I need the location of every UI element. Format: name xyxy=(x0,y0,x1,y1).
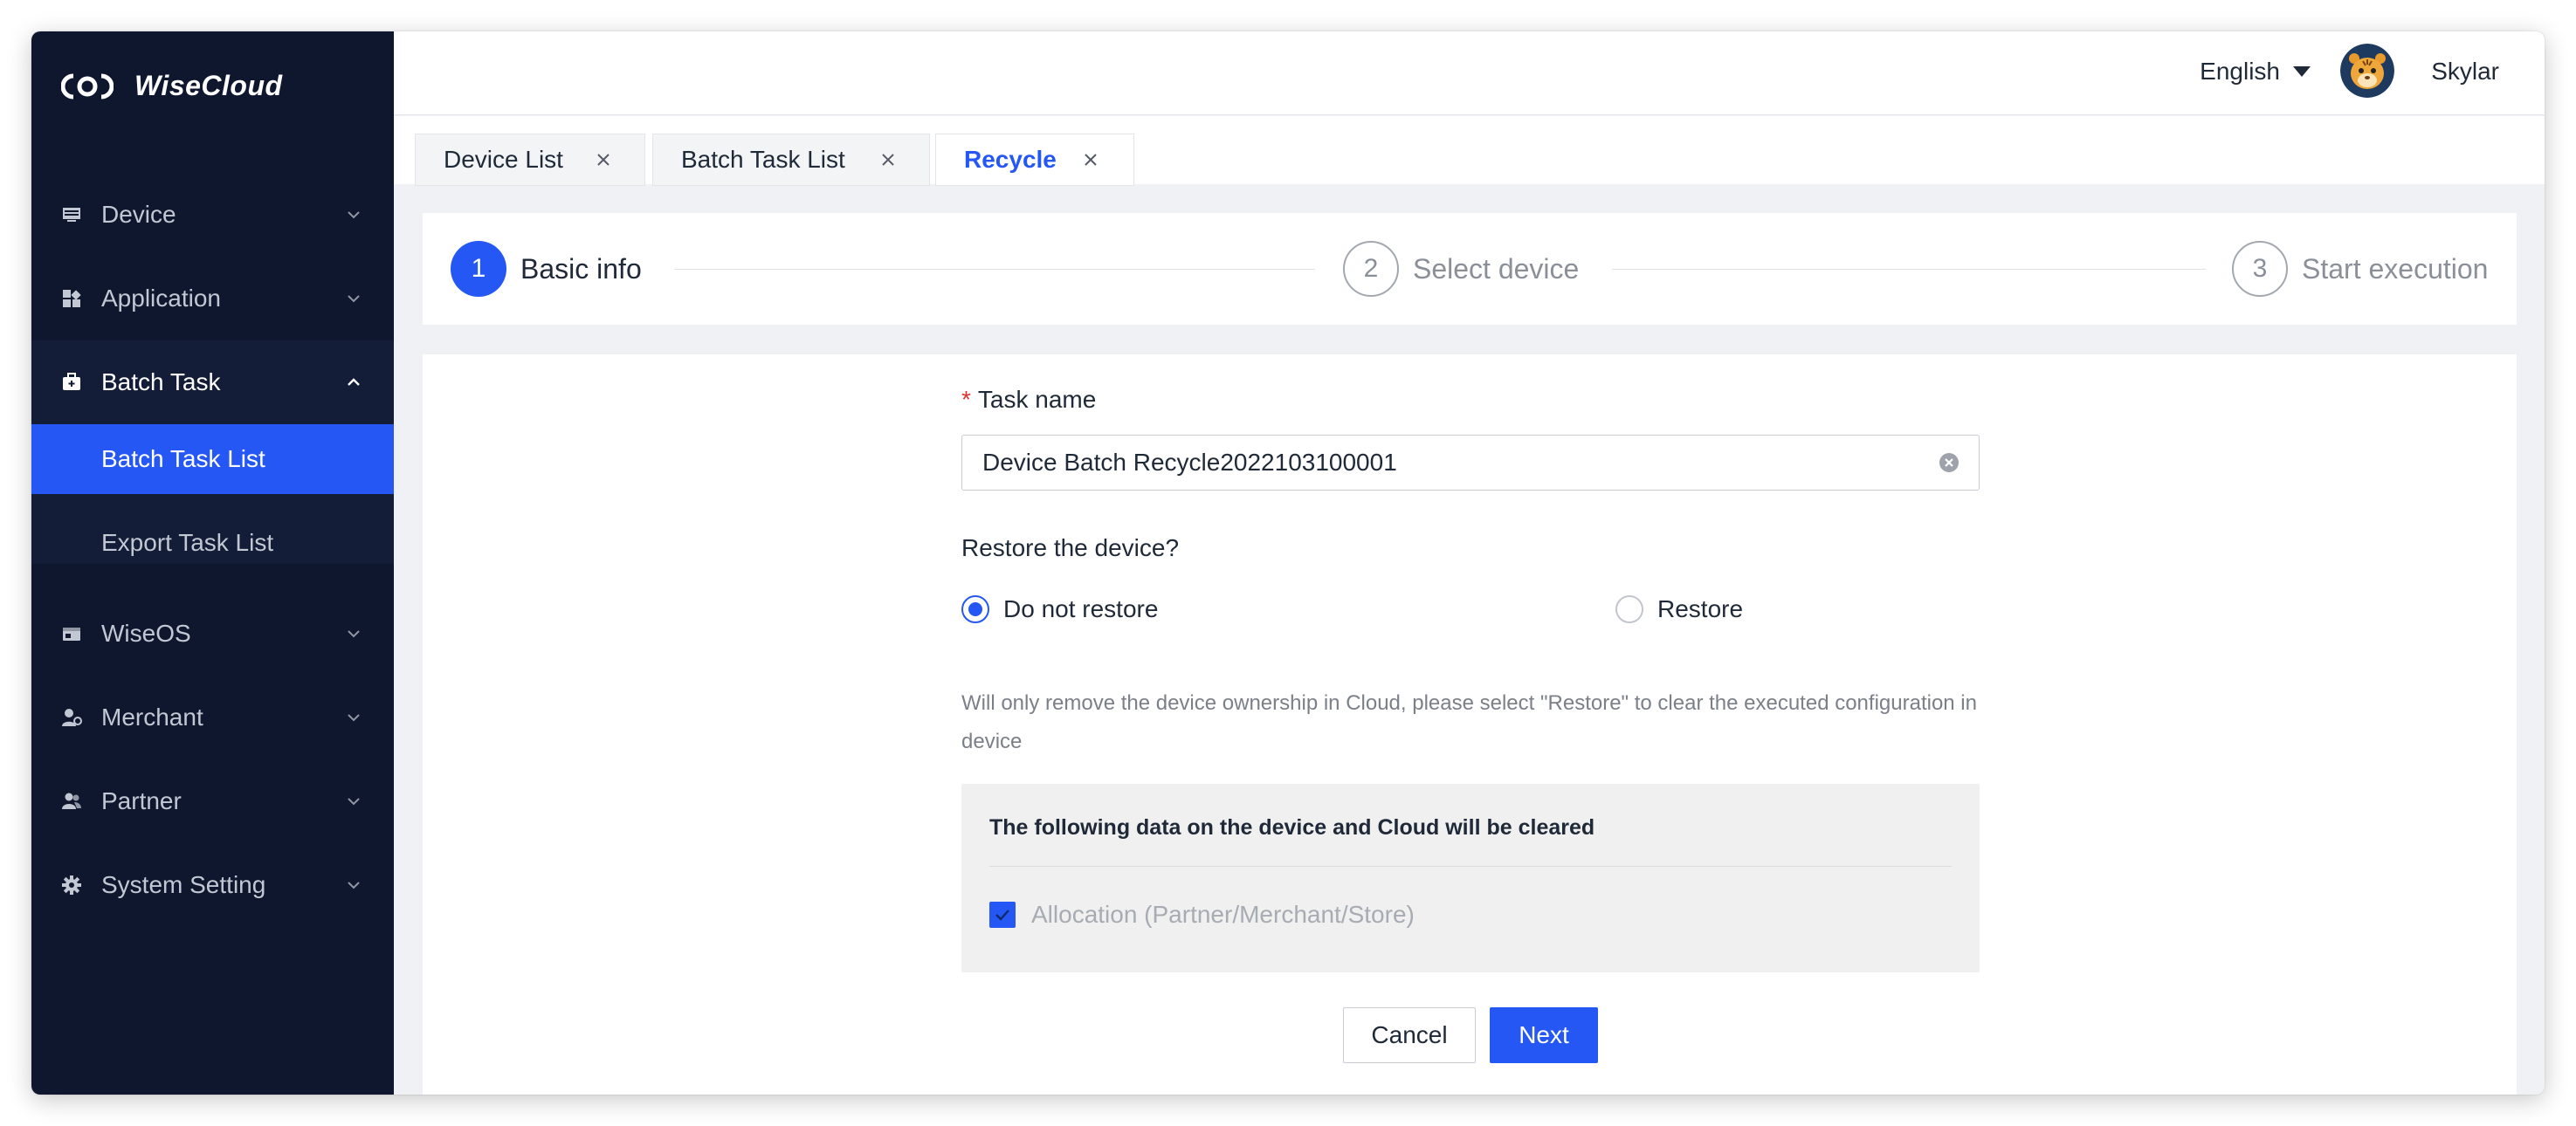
divider xyxy=(989,866,1952,867)
tab-label: Batch Task List xyxy=(681,146,845,173)
chevron-down-icon xyxy=(348,295,360,303)
tab-label: Recycle xyxy=(964,146,1057,173)
wisecloud-logo-icon xyxy=(61,73,114,99)
step-connector xyxy=(674,269,1315,270)
restore-question-label: Restore the device? xyxy=(961,534,1180,561)
tab-recycle[interactable]: Recycle xyxy=(935,134,1134,186)
tab-device-list[interactable]: Device List xyxy=(415,134,645,186)
sidebar-item-device[interactable]: Device xyxy=(31,173,394,257)
radio-do-not-restore[interactable]: Do not restore xyxy=(961,595,1158,623)
restore-hint-text: Will only remove the device ownership in… xyxy=(961,691,1977,753)
radio-restore[interactable]: Restore xyxy=(1615,595,1743,623)
cleared-data-box: The following data on the device and Clo… xyxy=(961,784,1980,972)
chevron-down-icon xyxy=(348,714,360,722)
sidebar-item-wiseos[interactable]: WiseOS xyxy=(31,592,394,676)
sidebar-item-label: Batch Task xyxy=(101,368,221,395)
task-name-label: * Task name xyxy=(961,386,1096,414)
next-button[interactable]: Next xyxy=(1490,1007,1598,1063)
step-2-circle: 2 xyxy=(1343,241,1399,297)
task-name-field-wrapper xyxy=(961,435,1980,491)
step-2-label: Select device xyxy=(1413,253,1580,285)
recycle-form: *Task name Restore the device? Do not re… xyxy=(423,354,2517,1095)
steps-progress: 1 Basic info 2 Select device 3 Start exe… xyxy=(423,213,2517,325)
tab-label: Device List xyxy=(444,146,563,173)
clear-input-icon[interactable] xyxy=(1939,452,1960,473)
language-label: English xyxy=(2200,58,2280,85)
sidebar-item-label: WiseOS xyxy=(101,620,191,647)
sidebar-item-batch-task-list[interactable]: Batch Task List xyxy=(31,424,394,494)
sidebar-item-export-task-list[interactable]: Export Task List xyxy=(31,508,394,578)
radio-circle xyxy=(1615,595,1643,623)
allocation-checkbox-label: Allocation (Partner/Merchant/Store) xyxy=(1031,901,1415,928)
language-selector[interactable]: English xyxy=(2200,58,2311,86)
username: Skylar xyxy=(2431,58,2499,85)
top-header: English Skylar xyxy=(394,31,2545,115)
sidebar-item-label: Application xyxy=(101,285,221,312)
radio-label: Restore xyxy=(1657,595,1744,622)
logo: WiseCloud xyxy=(61,70,283,102)
allocation-checkbox xyxy=(989,902,1016,928)
caret-down-icon xyxy=(2293,66,2311,77)
sidebar-item-batch-task[interactable]: Batch Task xyxy=(31,340,394,424)
sidebar-subitem-label: Batch Task List xyxy=(101,445,265,472)
wiseos-icon xyxy=(60,622,83,645)
app-window: WiseCloud Device Application Batch Task xyxy=(31,31,2545,1095)
app-name: WiseCloud xyxy=(134,70,283,101)
step-3-label: Start execution xyxy=(2302,253,2489,285)
chevron-down-icon xyxy=(348,798,360,806)
chevron-up-icon xyxy=(348,378,360,386)
chevron-down-icon xyxy=(348,211,360,219)
close-icon[interactable] xyxy=(596,152,611,168)
sidebar-item-application[interactable]: Application xyxy=(31,257,394,340)
tab-batch-task-list[interactable]: Batch Task List xyxy=(652,134,930,186)
chevron-down-icon xyxy=(348,882,360,889)
cancel-button[interactable]: Cancel xyxy=(1343,1007,1476,1063)
sidebar: WiseCloud Device Application Batch Task xyxy=(31,31,394,1095)
close-icon[interactable] xyxy=(880,152,896,168)
sidebar-item-partner[interactable]: Partner xyxy=(31,759,394,843)
sidebar-item-label: Merchant xyxy=(101,704,203,731)
step-connector xyxy=(1612,269,2206,270)
checkmark-icon xyxy=(995,910,1009,921)
radio-label: Do not restore xyxy=(1003,595,1159,622)
sidebar-item-merchant[interactable]: Merchant xyxy=(31,676,394,759)
merchant-icon xyxy=(60,706,83,729)
cleared-data-title: The following data on the device and Clo… xyxy=(989,815,1595,840)
step-3-circle: 3 xyxy=(2232,241,2288,297)
radio-circle xyxy=(961,595,989,623)
required-mark: * xyxy=(961,386,971,413)
sidebar-subitem-label: Export Task List xyxy=(101,529,274,556)
gear-icon xyxy=(60,874,83,896)
sidebar-item-label: System Setting xyxy=(101,871,266,898)
partner-icon xyxy=(60,790,83,813)
step-1-label: Basic info xyxy=(520,253,642,285)
task-name-label-text: Task name xyxy=(977,386,1097,413)
sidebar-item-system-setting[interactable]: System Setting xyxy=(31,843,394,927)
avatar[interactable] xyxy=(2340,44,2394,98)
application-icon xyxy=(60,287,83,310)
sidebar-item-label: Device xyxy=(101,201,176,228)
sidebar-item-label: Partner xyxy=(101,787,182,814)
chevron-down-icon xyxy=(348,630,360,638)
allocation-checkbox-row: Allocation (Partner/Merchant/Store) xyxy=(989,901,1415,929)
step-1-circle: 1 xyxy=(451,241,506,297)
page-tabs: Device List Batch Task List Recycle xyxy=(394,116,2545,186)
device-icon xyxy=(60,203,83,226)
tiger-avatar-icon xyxy=(2340,44,2394,98)
task-name-input[interactable] xyxy=(962,449,1905,477)
batch-task-icon xyxy=(60,371,83,394)
close-icon[interactable] xyxy=(1083,152,1099,168)
